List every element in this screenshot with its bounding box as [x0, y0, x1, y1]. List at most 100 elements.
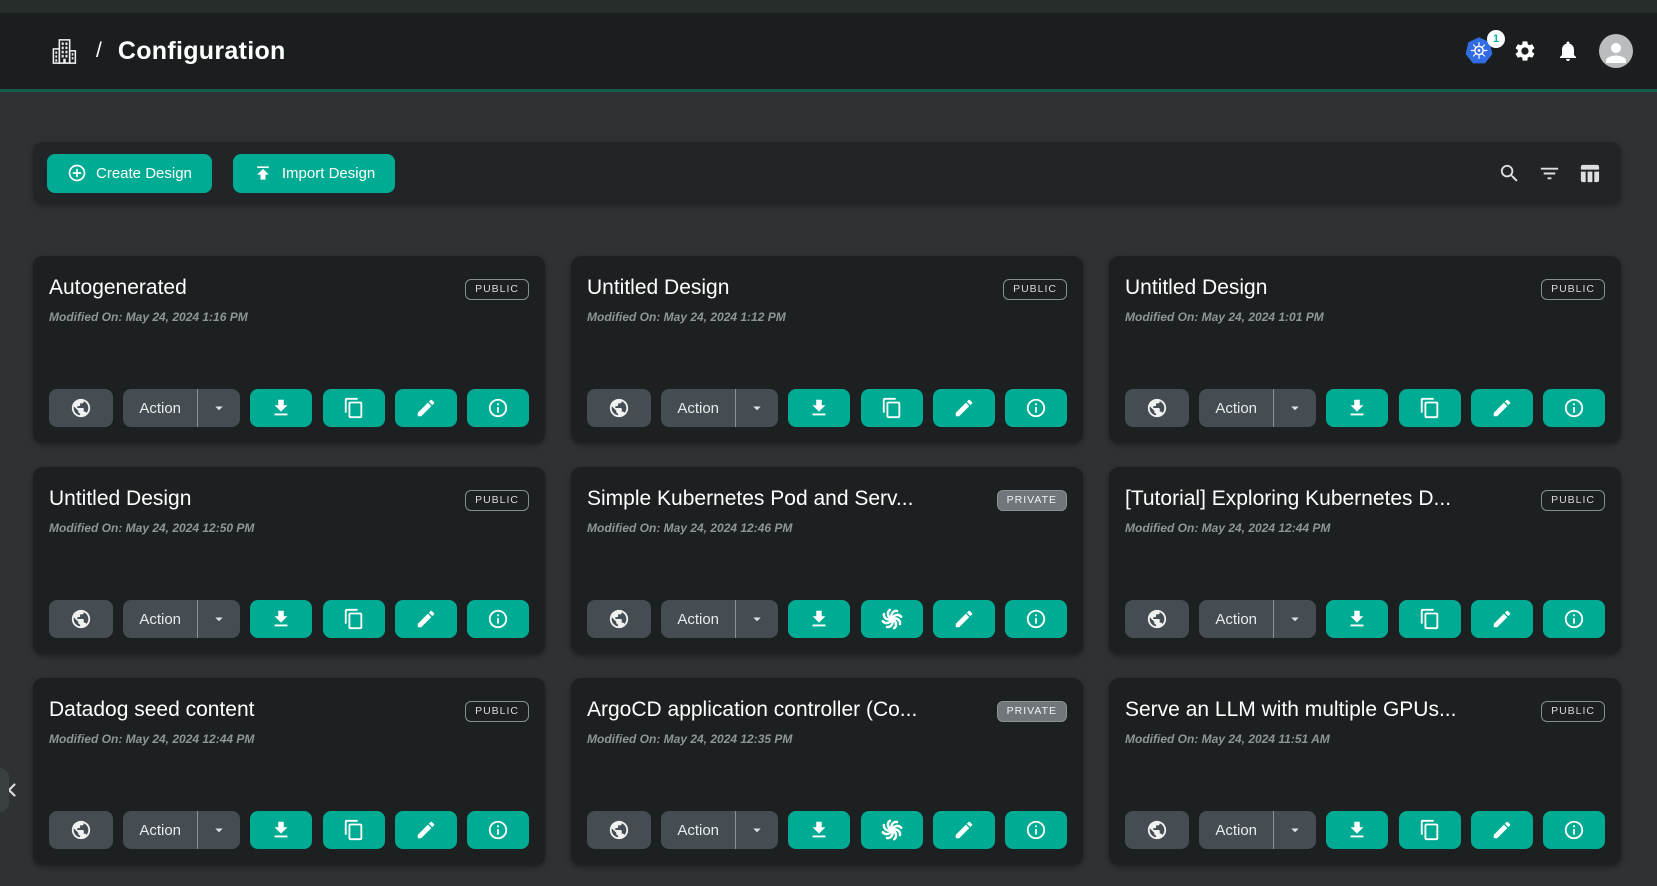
action-dropdown-toggle[interactable]	[1273, 600, 1316, 638]
action-dropdown-toggle[interactable]	[197, 389, 240, 427]
action-button[interactable]: Action	[123, 600, 197, 638]
collapse-sidebar-handle[interactable]	[0, 766, 24, 814]
design-card[interactable]: Datadog seed content PUBLIC Modified On:…	[33, 678, 545, 865]
action-dropdown-toggle[interactable]	[735, 600, 778, 638]
copy-icon	[881, 397, 903, 419]
info-button[interactable]	[467, 811, 529, 849]
download-button[interactable]	[1326, 600, 1388, 638]
action-button[interactable]: Action	[1199, 600, 1273, 638]
card-actions: Action	[587, 600, 1067, 638]
download-button[interactable]	[788, 389, 850, 427]
edit-button[interactable]	[395, 811, 457, 849]
notifications-bell-icon[interactable]	[1556, 39, 1580, 63]
design-card[interactable]: Simple Kubernetes Pod and Serv... PRIVAT…	[571, 467, 1083, 654]
globe-icon	[608, 397, 630, 419]
design-card[interactable]: Untitled Design PUBLIC Modified On: May …	[33, 467, 545, 654]
clone-button[interactable]	[1399, 600, 1461, 638]
visibility-globe-button[interactable]	[49, 389, 113, 427]
settings-gear-icon[interactable]	[1513, 39, 1537, 63]
design-card[interactable]: Autogenerated PUBLIC Modified On: May 24…	[33, 256, 545, 443]
info-button[interactable]	[1005, 811, 1067, 849]
clone-button[interactable]	[1399, 389, 1461, 427]
visibility-globe-button[interactable]	[1125, 811, 1189, 849]
visibility-globe-button[interactable]	[49, 600, 113, 638]
kanvas-spiral-icon	[879, 606, 905, 632]
download-button[interactable]	[1326, 811, 1388, 849]
visibility-globe-button[interactable]	[587, 600, 651, 638]
breadcrumb-separator: /	[96, 39, 102, 63]
visibility-globe-button[interactable]	[587, 811, 651, 849]
design-card[interactable]: [Tutorial] Exploring Kubernetes D... PUB…	[1109, 467, 1621, 654]
kubernetes-context-count-badge: 1	[1487, 30, 1505, 48]
visibility-globe-button[interactable]	[1125, 600, 1189, 638]
clone-button[interactable]	[323, 600, 385, 638]
edit-button[interactable]	[933, 389, 995, 427]
info-button[interactable]	[1005, 600, 1067, 638]
action-dropdown-toggle[interactable]	[197, 600, 240, 638]
edit-button[interactable]	[1471, 811, 1533, 849]
download-button[interactable]	[250, 811, 312, 849]
download-button[interactable]	[788, 600, 850, 638]
action-button[interactable]: Action	[661, 389, 735, 427]
design-card[interactable]: ArgoCD application controller (Co... PRI…	[571, 678, 1083, 865]
info-button[interactable]	[1005, 389, 1067, 427]
download-button[interactable]	[250, 600, 312, 638]
action-dropdown-toggle[interactable]	[1273, 389, 1316, 427]
design-card[interactable]: Untitled Design PUBLIC Modified On: May …	[571, 256, 1083, 443]
open-in-kanvas-button[interactable]	[861, 600, 923, 638]
info-button[interactable]	[467, 389, 529, 427]
action-button[interactable]: Action	[123, 389, 197, 427]
edit-button[interactable]	[395, 389, 457, 427]
modified-on: Modified On: May 24, 2024 12:44 PM	[1125, 521, 1605, 535]
kubernetes-context-button[interactable]: 1	[1464, 36, 1494, 66]
action-split-button: Action	[123, 811, 240, 849]
action-dropdown-toggle[interactable]	[735, 389, 778, 427]
user-avatar[interactable]	[1599, 34, 1633, 68]
visibility-badge: PUBLIC	[1541, 490, 1605, 511]
download-button[interactable]	[1326, 389, 1388, 427]
visibility-globe-button[interactable]	[587, 389, 651, 427]
action-button[interactable]: Action	[661, 600, 735, 638]
download-button[interactable]	[788, 811, 850, 849]
create-design-button[interactable]: Create Design	[47, 154, 212, 193]
edit-button[interactable]	[933, 811, 995, 849]
action-split-button: Action	[661, 811, 778, 849]
info-button[interactable]	[467, 600, 529, 638]
info-button[interactable]	[1543, 811, 1605, 849]
filter-icon[interactable]	[1538, 162, 1561, 185]
import-design-button[interactable]: Import Design	[233, 154, 395, 193]
clone-button[interactable]	[1399, 811, 1461, 849]
visibility-globe-button[interactable]	[49, 811, 113, 849]
globe-icon	[1146, 608, 1168, 630]
organization-building-icon[interactable]	[49, 36, 80, 67]
card-actions: Action	[49, 600, 529, 638]
search-icon[interactable]	[1498, 162, 1521, 185]
clone-button[interactable]	[861, 389, 923, 427]
edit-button[interactable]	[1471, 600, 1533, 638]
action-button[interactable]: Action	[1199, 811, 1273, 849]
action-dropdown-toggle[interactable]	[735, 811, 778, 849]
download-button[interactable]	[250, 389, 312, 427]
chevron-down-icon	[1286, 399, 1304, 417]
info-button[interactable]	[1543, 389, 1605, 427]
action-dropdown-toggle[interactable]	[1273, 811, 1316, 849]
action-dropdown-toggle[interactable]	[197, 811, 240, 849]
edit-button[interactable]	[933, 600, 995, 638]
edit-button[interactable]	[395, 600, 457, 638]
info-button[interactable]	[1543, 600, 1605, 638]
action-button[interactable]: Action	[661, 811, 735, 849]
action-button[interactable]: Action	[1199, 389, 1273, 427]
info-icon	[1025, 819, 1047, 841]
header-top-strip	[0, 0, 1657, 13]
design-card[interactable]: Serve an LLM with multiple GPUs... PUBLI…	[1109, 678, 1621, 865]
table-view-icon[interactable]	[1578, 162, 1601, 185]
visibility-globe-button[interactable]	[1125, 389, 1189, 427]
action-split-button: Action	[1199, 600, 1316, 638]
action-button[interactable]: Action	[123, 811, 197, 849]
design-card[interactable]: Untitled Design PUBLIC Modified On: May …	[1109, 256, 1621, 443]
clone-button[interactable]	[323, 389, 385, 427]
import-design-label: Import Design	[282, 165, 375, 182]
clone-button[interactable]	[323, 811, 385, 849]
edit-button[interactable]	[1471, 389, 1533, 427]
open-in-kanvas-button[interactable]	[861, 811, 923, 849]
